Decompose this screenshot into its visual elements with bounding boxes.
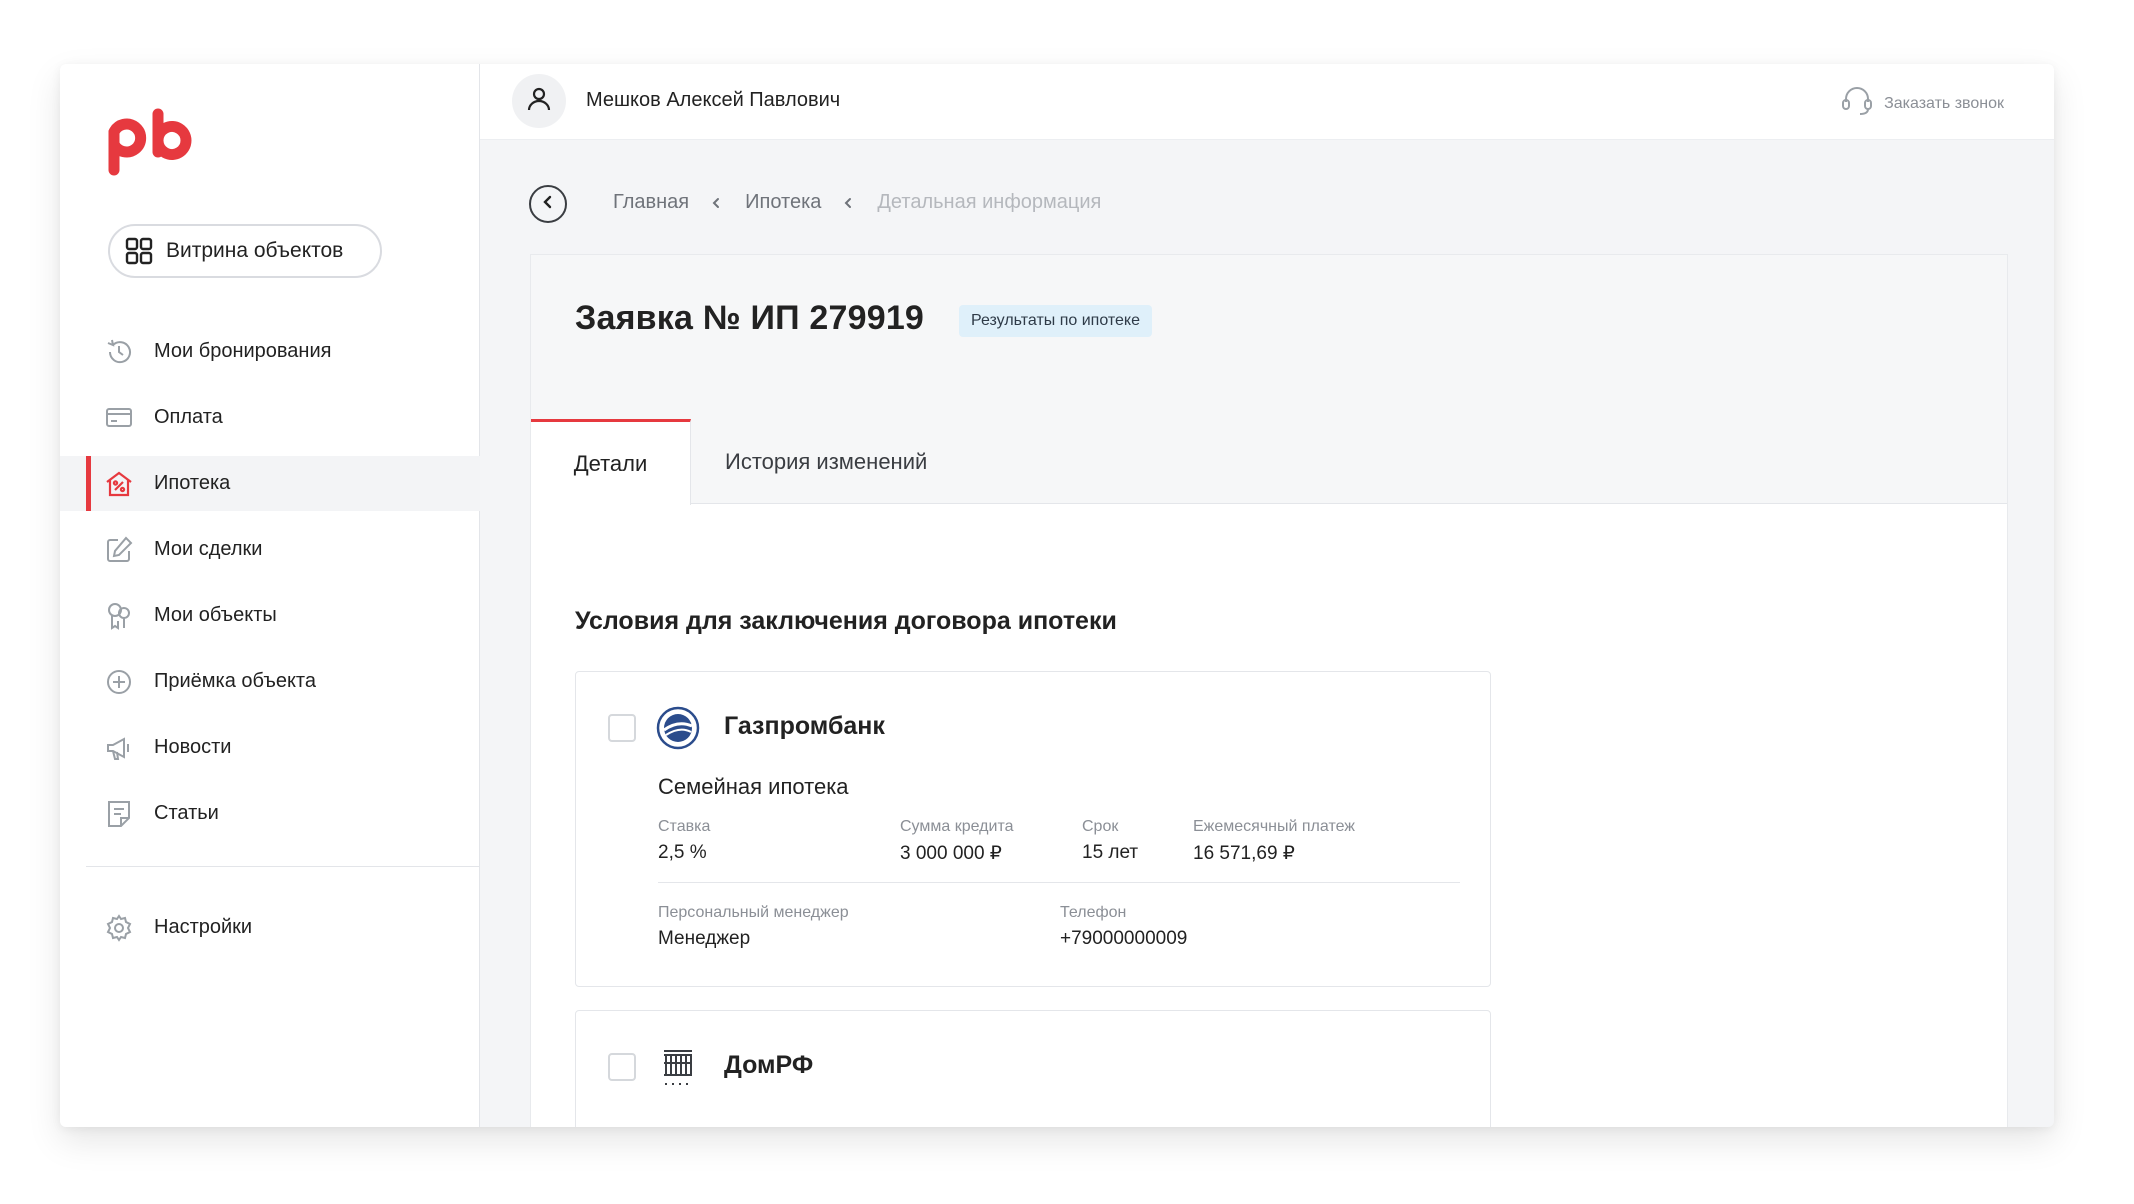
section-title: Условия для заключения договора ипотеки <box>575 607 1117 635</box>
gear-icon <box>104 913 134 943</box>
tab-details[interactable]: Детали <box>531 419 691 505</box>
domrf-logo-icon <box>656 1045 700 1089</box>
breadcrumb-mortgage[interactable]: Ипотека <box>745 191 821 214</box>
plus-circle-icon <box>104 667 134 697</box>
sidebar-item-label: Приёмка объекта <box>154 670 316 692</box>
sidebar-item-label: Мои бронирования <box>154 340 332 362</box>
callback-label: Заказать звонок <box>1884 94 2004 112</box>
user-name: Мешков Алексей Павлович <box>586 89 841 111</box>
payment-field: Ежемесячный платеж 16 571,69 ₽ <box>1193 818 1355 865</box>
edit-icon <box>104 535 134 565</box>
breadcrumb-current: Детальная информация <box>877 191 1102 213</box>
callback-button[interactable]: Заказать звонок <box>1840 86 2004 121</box>
brand-logo[interactable] <box>106 108 192 178</box>
phone-value[interactable]: +79000000009 <box>1060 928 1187 950</box>
bank-name: Газпромбанк <box>724 712 885 740</box>
amount-value: 3 000 000 ₽ <box>900 843 1002 864</box>
history-icon <box>104 337 134 367</box>
sidebar-item-settings[interactable]: Настройки <box>60 900 480 955</box>
mortgage-program: Семейная ипотека <box>658 774 849 799</box>
manager-field: Персональный менеджер Менеджер <box>658 904 849 950</box>
bank-offer-card: ДомРФ <box>575 1010 1491 1127</box>
sidebar-item-label: Новости <box>154 736 232 758</box>
card-divider <box>658 882 1460 883</box>
sidebar-item-acceptance[interactable]: Приёмка объекта <box>60 654 480 709</box>
megaphone-icon <box>104 733 134 763</box>
breadcrumb-home[interactable]: Главная <box>613 191 689 214</box>
gazprombank-logo-icon <box>656 706 700 750</box>
breadcrumb: Главная Ипотека Детальная информация <box>613 191 1101 214</box>
amount-label: Сумма кредита <box>900 818 1014 835</box>
manager-label: Персональный менеджер <box>658 904 849 921</box>
bank-name: ДомРФ <box>724 1051 814 1079</box>
avatar[interactable] <box>512 74 566 128</box>
sidebar-divider <box>86 866 480 867</box>
sidebar-item-payment[interactable]: Оплата <box>60 390 480 445</box>
term-field: Срок 15 лет <box>1082 818 1138 864</box>
manager-value: Менеджер <box>658 928 751 949</box>
house-percent-icon <box>104 469 134 499</box>
sidebar-item-label: Оплата <box>154 406 223 428</box>
sidebar-item-label: Мои сделки <box>154 538 263 560</box>
bank-select-checkbox[interactable] <box>608 1053 636 1081</box>
status-badge: Результаты по ипотеке <box>959 305 1152 337</box>
request-card: Заявка № ИП 279919 Результаты по ипотеке… <box>530 254 2008 1127</box>
rate-value: 2,5 % <box>658 842 707 863</box>
rate-label: Ставка <box>658 818 711 835</box>
grid-icon <box>124 236 154 266</box>
chevron-left-icon <box>711 195 723 211</box>
user-icon <box>526 86 552 117</box>
page-title: Заявка № ИП 279919 <box>575 299 925 337</box>
phone-label: Телефон <box>1060 904 1127 921</box>
sidebar-item-deals[interactable]: Мои сделки <box>60 522 480 577</box>
rate-field: Ставка 2,5 % <box>658 818 710 864</box>
request-header: Заявка № ИП 279919 Результаты по ипотеке… <box>531 255 2007 505</box>
payment-value: 16 571,69 ₽ <box>1193 843 1295 864</box>
catalog-button-label: Витрина объектов <box>166 239 344 262</box>
sidebar-item-bookings[interactable]: Мои бронирования <box>60 324 480 379</box>
top-header: Мешков Алексей Павлович Заказать звонок <box>480 64 2054 140</box>
sidebar-item-label: Ипотека <box>154 472 231 494</box>
chevron-left-icon <box>843 195 855 211</box>
amount-field: Сумма кредита 3 000 000 ₽ <box>900 818 1013 865</box>
sidebar-settings: Настройки <box>60 900 480 966</box>
headset-icon <box>1840 86 1874 121</box>
sidebar-nav: Мои бронирования Оплата Ипотека Мои сдел… <box>60 324 480 852</box>
sidebar: Витрина объектов Мои бронирования Оплата <box>60 64 480 1127</box>
app-window: Витрина объектов Мои бронирования Оплата <box>60 64 2054 1127</box>
payment-label: Ежемесячный платеж <box>1193 818 1356 835</box>
sidebar-item-articles[interactable]: Статьи <box>60 786 480 841</box>
back-button[interactable] <box>529 185 567 223</box>
tab-history[interactable]: История изменений <box>725 419 927 505</box>
bank-select-checkbox[interactable] <box>608 714 636 742</box>
sidebar-item-mortgage[interactable]: Ипотека <box>60 456 480 511</box>
sidebar-item-label: Статьи <box>154 802 219 824</box>
catalog-button[interactable]: Витрина объектов <box>108 224 382 278</box>
sidebar-item-news[interactable]: Новости <box>60 720 480 775</box>
article-icon <box>104 799 134 829</box>
bank-offer-card: Газпромбанк Семейная ипотека Ставка 2,5 … <box>575 671 1491 987</box>
sidebar-item-objects[interactable]: Мои объекты <box>60 588 480 643</box>
term-label: Срок <box>1082 818 1119 835</box>
chevron-left-icon <box>541 195 555 214</box>
phone-field: Телефон +79000000009 <box>1060 904 1187 950</box>
keys-icon <box>104 601 134 631</box>
sidebar-item-label: Настройки <box>154 916 253 938</box>
card-icon <box>104 403 134 433</box>
sidebar-item-label: Мои объекты <box>154 604 277 626</box>
term-value: 15 лет <box>1082 842 1139 863</box>
